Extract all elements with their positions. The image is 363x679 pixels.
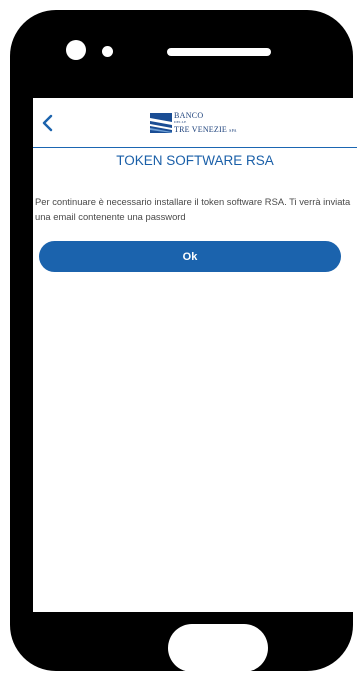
logo-line-1: BANCO [174,111,204,121]
app-screen: BANCO DELLE TRE VENEZIE SPA TOKEN SOFTWA… [33,98,357,612]
proximity-sensor [102,46,113,57]
logo-line-3: TRE VENEZIE SPA [174,124,237,134]
bank-logo-mark-icon [150,113,172,133]
page-title: TOKEN SOFTWARE RSA [116,153,274,168]
logo-suffix: SPA [229,127,237,133]
app-header: BANCO DELLE TRE VENEZIE SPA [33,98,357,148]
back-button[interactable] [39,112,59,134]
ok-button[interactable]: Ok [39,241,341,272]
earpiece-speaker [167,48,271,56]
bank-logo: BANCO DELLE TRE VENEZIE SPA [150,110,237,136]
home-button[interactable] [168,624,268,672]
info-message: Per continuare è necessario installare i… [35,196,351,222]
front-camera [66,40,86,60]
chevron-left-icon [42,114,53,132]
